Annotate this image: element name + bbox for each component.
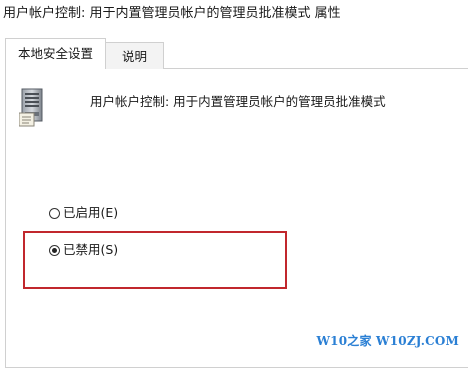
tab-strip: 本地安全设置 说明 — [5, 38, 468, 69]
policy-name: 用户帐户控制: 用于内置管理员帐户的管理员批准模式 — [90, 94, 386, 109]
server-policy-icon — [18, 88, 49, 128]
highlight-annotation — [23, 231, 287, 289]
tab-explain[interactable]: 说明 — [106, 42, 164, 69]
window-title: 用户帐户控制: 用于内置管理员帐户的管理员批准模式 属性 — [3, 6, 341, 21]
tab-local-security-setting[interactable]: 本地安全设置 — [5, 38, 106, 69]
enabled-option[interactable]: 已启用(E) — [49, 204, 118, 222]
enabled-label[interactable]: 已启用(E) — [63, 204, 118, 222]
watermark: W10之家 W10ZJ.COM — [316, 334, 459, 348]
enabled-radio[interactable] — [49, 207, 60, 219]
